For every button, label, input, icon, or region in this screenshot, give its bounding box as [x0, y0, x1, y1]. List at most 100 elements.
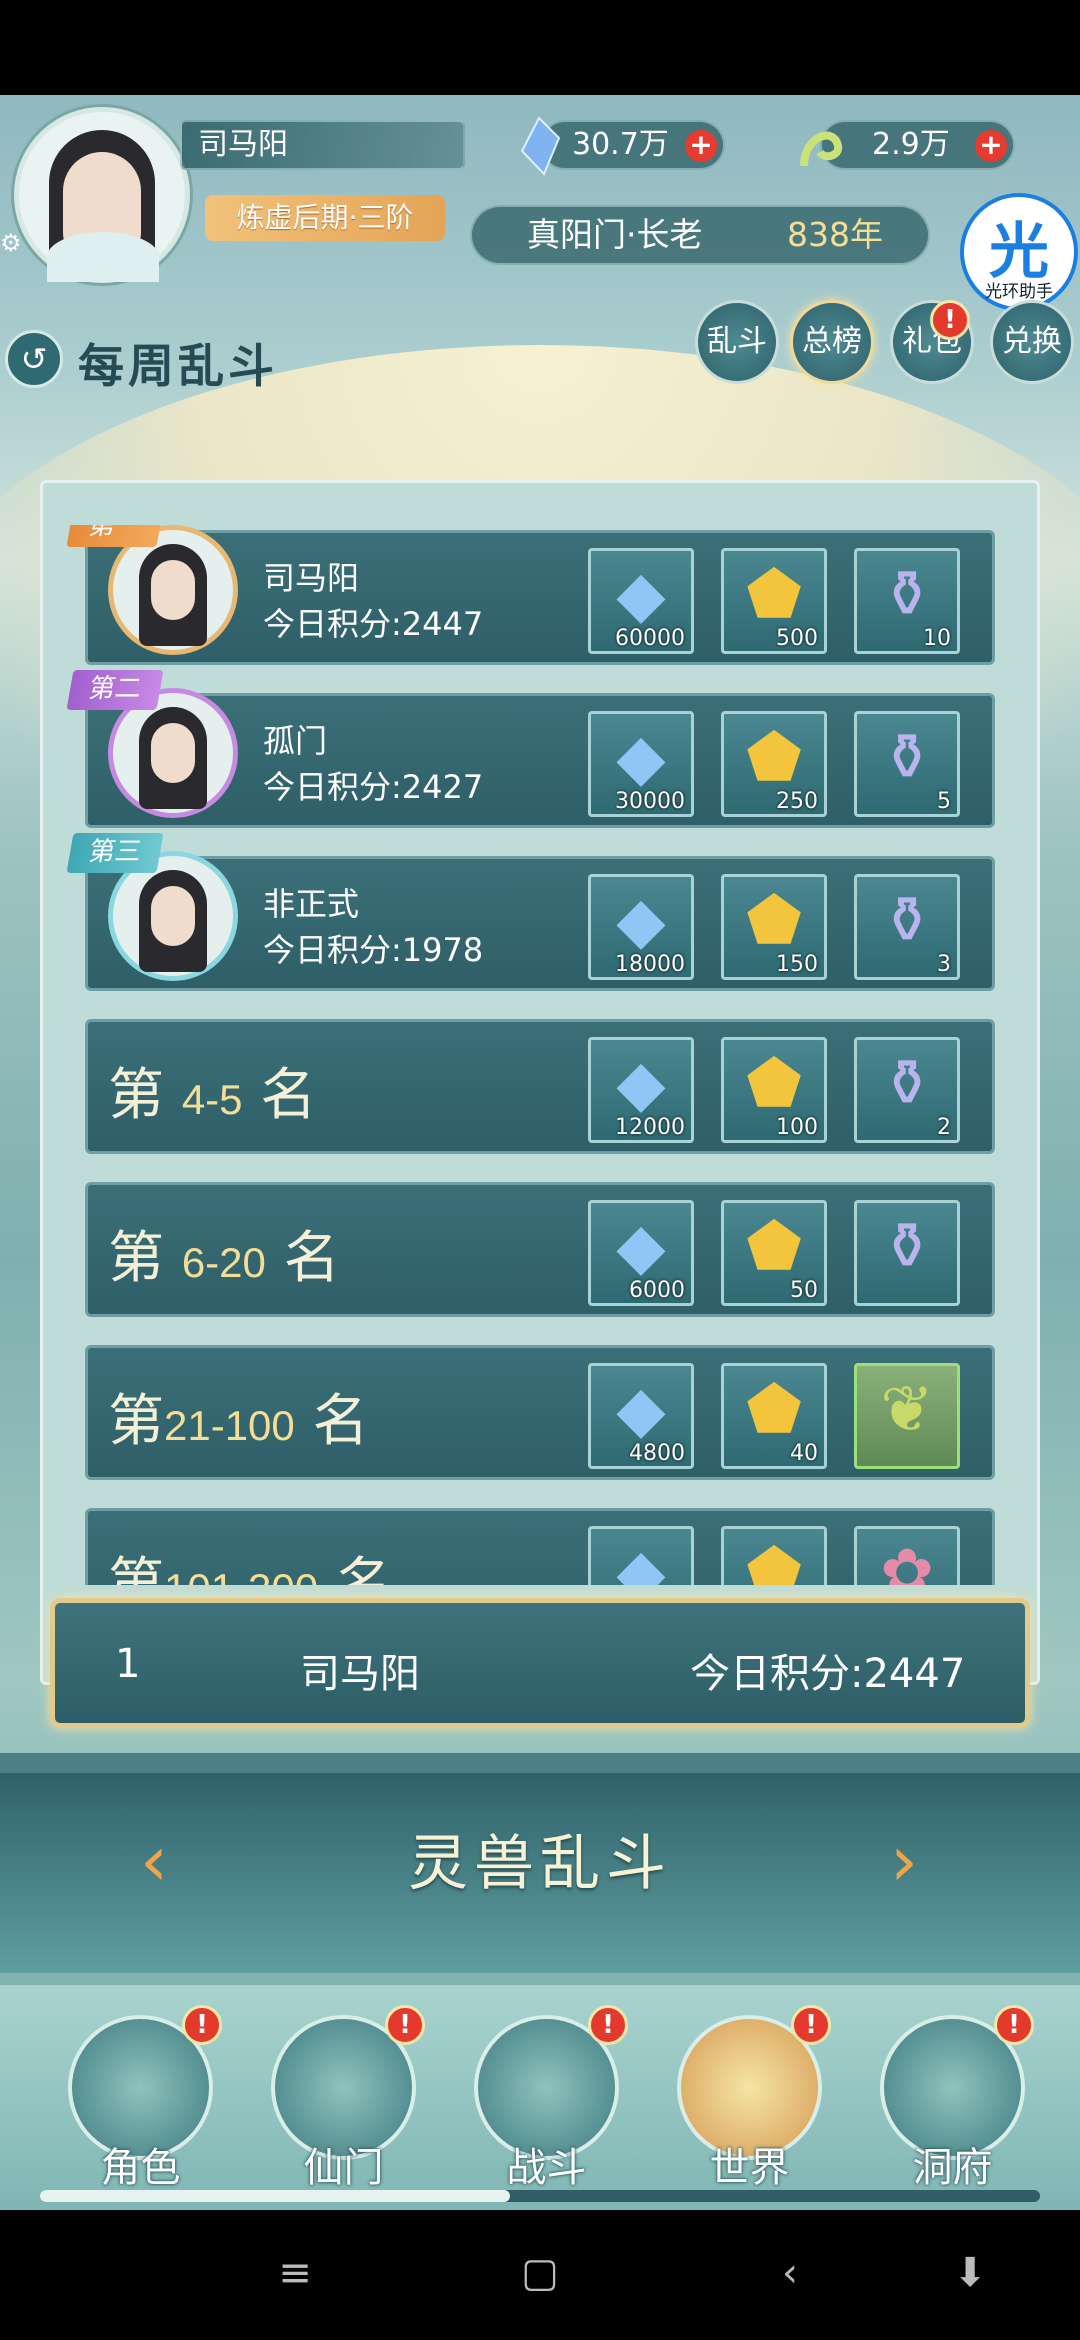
- reward-spirit-stone[interactable]: ◆ 18000: [588, 874, 694, 980]
- rank1-name: 司马阳: [263, 559, 360, 597]
- player-age: 838年: [787, 215, 883, 254]
- reward-qty: 3: [937, 952, 951, 977]
- spirit-stone-icon: ◆: [616, 1373, 666, 1447]
- reward-teapot[interactable]: ⚱ 2: [854, 1037, 960, 1143]
- add-spirit-stone-button[interactable]: +: [685, 130, 717, 162]
- ranking-row-4-5[interactable]: 第 4-5 名 ◆ 12000 ⬟ 100 ⚱ 2: [85, 1019, 995, 1154]
- back-chevron-icon[interactable]: ‹: [760, 2248, 820, 2298]
- golden-token-icon: ⬟: [746, 1210, 802, 1284]
- rank3-ribbon: 第三: [66, 833, 164, 873]
- ranking-row-3[interactable]: 第三 非正式 今日积分:1978 ◆ 18000 ⬟ 150 ⚱ 3: [66, 833, 995, 991]
- golden-token-icon: ⬟: [746, 721, 802, 795]
- reward-teapot[interactable]: ⚱: [854, 1200, 960, 1306]
- menu-icon[interactable]: ≡: [265, 2248, 325, 2298]
- teapot-icon: ⚱: [880, 721, 934, 795]
- cave-alert-badge: !: [994, 2005, 1034, 2045]
- rank-range-label: 第 4-5 名: [108, 1050, 316, 1131]
- nav-world[interactable]: ! 世界: [667, 2005, 831, 2195]
- reward-spirit-stone[interactable]: ◆ 4800: [588, 1363, 694, 1469]
- back-button[interactable]: ↺: [5, 330, 63, 388]
- rank2-ribbon: 第二: [66, 670, 164, 710]
- reward-qty: 50: [790, 1278, 818, 1303]
- reward-teapot[interactable]: ⚱ 5: [854, 711, 960, 817]
- rank1-ribbon: 第一: [66, 525, 164, 547]
- reward-token[interactable]: ⬟ 100: [721, 1037, 827, 1143]
- reward-spirit-stone[interactable]: ◆ 30000: [588, 711, 694, 817]
- reward-token[interactable]: ⬟: [721, 1526, 827, 1585]
- reward-qty: 150: [776, 952, 818, 977]
- reward-token[interactable]: ⬟ 500: [721, 548, 827, 654]
- reward-qty: 250: [776, 789, 818, 814]
- reward-qty: 5: [937, 789, 951, 814]
- panel-divider: [0, 1753, 1080, 1773]
- nav-cave-label: 洞府: [912, 2145, 993, 2191]
- ranking-row-6-20[interactable]: 第 6-20 名 ◆ 6000 ⬟ 50 ⚱: [85, 1182, 995, 1317]
- range-suffix: 名: [260, 1063, 317, 1128]
- spirit-stone-icon: ◆: [616, 884, 666, 958]
- player-avatar[interactable]: [14, 107, 190, 283]
- tab-brawl[interactable]: 乱斗: [695, 300, 779, 384]
- range-number: 101-300: [164, 1565, 318, 1585]
- mode-title: 灵兽乱斗: [408, 1829, 672, 1899]
- reward-token[interactable]: ⬟ 150: [721, 874, 827, 980]
- range-prefix: 第: [108, 1552, 164, 1585]
- ranking-row-2[interactable]: 第二 孤门 今日积分:2427 ◆ 30000 ⬟ 250 ⚱ 5: [66, 670, 995, 828]
- teapot-icon: ⚱: [880, 884, 934, 958]
- jade-amount: 2.9万: [872, 127, 950, 162]
- reward-herb[interactable]: ❦: [854, 1363, 960, 1469]
- reward-token[interactable]: ⬟ 50: [721, 1200, 827, 1306]
- avatar-robe: [47, 232, 159, 282]
- nav-battle[interactable]: ! 战斗: [464, 2005, 628, 2195]
- next-mode-arrow-icon[interactable]: ›: [890, 1820, 918, 1902]
- teapot-icon: ⚱: [880, 1047, 934, 1121]
- ranking-row-101-300[interactable]: 第101-300 名 ◆ ⬟ ✿: [85, 1508, 995, 1585]
- nav-character[interactable]: ! 角色: [58, 2005, 222, 2195]
- reward-spirit-stone[interactable]: ◆: [588, 1526, 694, 1585]
- tab-overall-ranking[interactable]: 总榜: [790, 300, 874, 384]
- reward-spirit-stone[interactable]: ◆ 12000: [588, 1037, 694, 1143]
- reward-token[interactable]: ⬟ 250: [721, 711, 827, 817]
- reward-spirit-stone[interactable]: ◆ 6000: [588, 1200, 694, 1306]
- spirit-stone-icon: ◆: [616, 721, 666, 795]
- helper-label: 光环助手: [985, 282, 1053, 302]
- range-number: 21-100: [164, 1402, 295, 1449]
- ranking-row-1[interactable]: 第一 司马阳 今日积分:2447 ◆ 60000 ⬟ 500 ⚱ 10: [66, 525, 995, 665]
- range-prefix: 第: [108, 1226, 164, 1291]
- page-title: 每周乱斗: [78, 339, 278, 393]
- nav-cave[interactable]: ! 洞府: [870, 2005, 1034, 2195]
- reward-teapot[interactable]: ⚱ 3: [854, 874, 960, 980]
- rank3-name: 非正式: [263, 885, 360, 923]
- ranking-row-21-100[interactable]: 第21-100 名 ◆ 4800 ⬟ 40 ❦: [85, 1345, 995, 1480]
- settings-gear-icon[interactable]: ⚙: [0, 230, 26, 256]
- sect-info-bar: 真阳门·长老 838年: [470, 205, 930, 265]
- reward-flower[interactable]: ✿: [854, 1526, 960, 1585]
- reward-teapot[interactable]: ⚱ 10: [854, 548, 960, 654]
- range-suffix: 名: [312, 1389, 369, 1454]
- rank-range-label: 第101-300 名: [108, 1539, 392, 1585]
- add-jade-button[interactable]: +: [975, 130, 1007, 162]
- spirit-stone-amount: 30.7万: [572, 127, 669, 162]
- herb-icon: ❦: [880, 1373, 934, 1447]
- nav-sect[interactable]: ! 仙门: [261, 2005, 425, 2195]
- reward-qty: 6000: [629, 1278, 685, 1303]
- range-number: 6-20: [181, 1239, 266, 1286]
- gift-pack-alert-badge: !: [930, 300, 970, 340]
- spirit-stone-icon: [520, 116, 561, 176]
- helper-app-icon[interactable]: 光 光环助手: [960, 193, 1078, 311]
- ranking-list[interactable]: 第一 司马阳 今日积分:2447 ◆ 60000 ⬟ 500 ⚱ 10 第二 孤门 今…: [50, 525, 1000, 1585]
- assistant-icon[interactable]: ⬇: [940, 2248, 1000, 2298]
- reward-spirit-stone[interactable]: ◆ 60000: [588, 548, 694, 654]
- home-square-icon[interactable]: ▢: [510, 2248, 570, 2298]
- avatar-face: [151, 886, 195, 946]
- reward-token[interactable]: ⬟ 40: [721, 1363, 827, 1469]
- player-name: 司马阳: [180, 120, 465, 170]
- my-rank-number: 1: [115, 1641, 141, 1687]
- reward-qty: 18000: [615, 952, 685, 977]
- spirit-stone-counter: 30.7万 +: [520, 116, 725, 176]
- tab-exchange[interactable]: 兑换: [990, 300, 1074, 384]
- range-prefix: 第: [108, 1389, 164, 1454]
- battle-alert-badge: !: [588, 2005, 628, 2045]
- sect-alert-badge: !: [385, 2005, 425, 2045]
- nav-scroll-indicator: [40, 2190, 1040, 2202]
- golden-token-icon: ⬟: [746, 1047, 802, 1121]
